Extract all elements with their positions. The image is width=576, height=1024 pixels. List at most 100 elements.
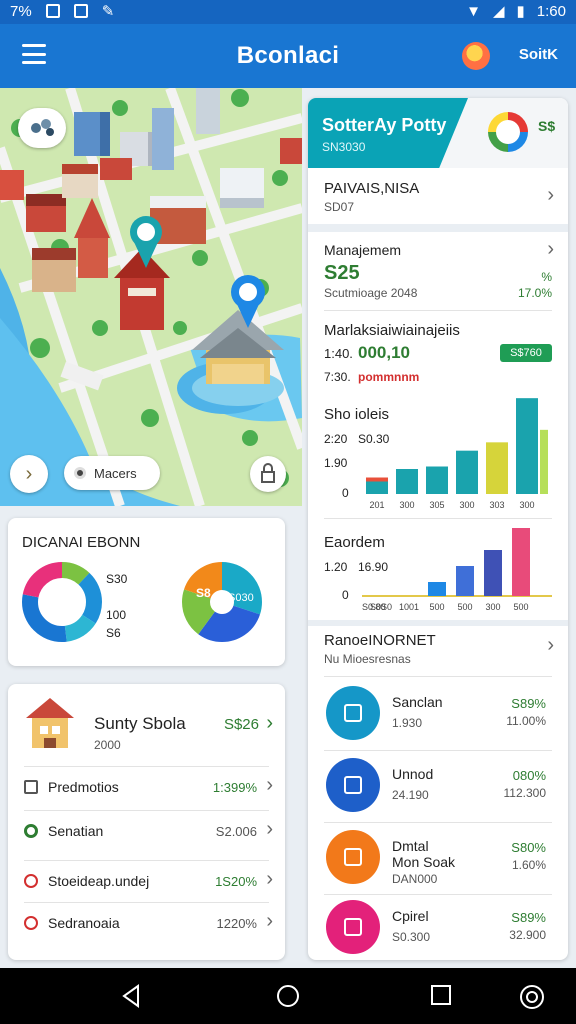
ranked-item-icon: [326, 900, 380, 954]
record-icon: [74, 467, 86, 479]
donut-chart-1: [22, 562, 102, 642]
ranked-item-name: Unnod: [392, 766, 434, 782]
panel-link-row[interactable]: PAIVAIS,NISA SD07 ›: [308, 168, 568, 224]
map-illustration: [0, 88, 302, 506]
list-item[interactable]: Senatian S2.006 ›: [8, 814, 285, 854]
assistant-icon[interactable]: [518, 984, 546, 1010]
back-icon[interactable]: [120, 984, 142, 1008]
bar-chart-2-tick: 500: [457, 602, 472, 612]
panel-title: SotterAy Potty: [322, 115, 447, 135]
panel-header: SotterAy Potty SN3030 S$: [308, 98, 568, 168]
ranked-title: RanoeINORNET: [324, 632, 436, 649]
ranked-item[interactable]: Cpirel S0.300 S89% 32.900: [308, 892, 568, 960]
ranked-item[interactable]: Sanclan 1.930 S89% 11.00%: [308, 678, 568, 748]
donut-label-1: S30: [106, 572, 128, 586]
bar-chart-2-label-c: 0: [342, 588, 349, 602]
management-row[interactable]: Manajemem › S25 % Scutmioage 2048 17.0%: [308, 232, 568, 308]
bar-chart-2: Eaordem 1.20 16.90 0 S0S0 1001 500 500 300 50…: [308, 520, 568, 620]
ranked-item-name: Sanclan: [392, 694, 443, 710]
brand-logo-icon: [488, 112, 528, 152]
donut-card-title: DICANAI EBONN: [22, 534, 141, 551]
bar-chart-1-tick: 305: [429, 500, 444, 510]
list-item-label: Predmotios: [48, 779, 119, 795]
battery-percent: 7%: [10, 2, 32, 20]
ranked-sub: Nu Mioesresnas: [324, 652, 411, 666]
list-item-label: Senatian: [48, 823, 104, 839]
battery-icon: ▮: [516, 3, 525, 20]
map-expand-button[interactable]: ›: [10, 455, 48, 493]
list-item-label: Stoeideap.undej: [48, 873, 150, 889]
ranked-row[interactable]: RanoeINORNET Nu Mioesresnas ›: [308, 626, 568, 674]
market-row1-value: 000,10: [358, 343, 410, 362]
ranked-item-sub: 24.190: [392, 788, 429, 802]
bar-chart-1-tick: 201: [369, 500, 384, 510]
bar-chart-2-tick: 500: [429, 602, 444, 612]
bar-chart-1-bar: [396, 469, 418, 494]
list-item-value: S2.006: [215, 824, 257, 839]
feature-value: S$26: [223, 716, 259, 733]
bar-chart-1-bar: [366, 481, 388, 494]
bar-chart-1-label-a: 2:20: [324, 432, 348, 446]
pin-icon: [24, 916, 38, 930]
panel-price: S$: [538, 118, 556, 134]
ranked-item-pct-sub: 11.00%: [506, 714, 546, 728]
insights-panel: SotterAy Potty SN3030 S$ PAIVAIS,NISA SD…: [308, 98, 568, 960]
notification-icon-2: [73, 4, 88, 18]
chevron-right-icon: ›: [266, 712, 273, 734]
ranked-item-name: Cpirel: [392, 908, 429, 924]
list-item[interactable]: Sedranoaia 1220% ›: [8, 906, 285, 946]
status-right: ▼ ◢ ▮ 1:60: [466, 2, 566, 21]
ranked-item-sub: DAN000: [392, 872, 438, 886]
market-title: Marlaksiaiwiainajeiis: [324, 322, 460, 339]
market-badge: S$760: [500, 344, 552, 362]
chevron-right-icon: ›: [266, 868, 273, 890]
feature-row[interactable]: Sunty Sbola 2000 S$26 ›: [8, 684, 285, 764]
home-icon[interactable]: [276, 984, 300, 1008]
donut-label-2: 100: [106, 608, 127, 622]
city-map[interactable]: › Macers: [0, 88, 302, 506]
locate-button[interactable]: [250, 456, 286, 492]
ranked-item-pct: S89%: [511, 696, 546, 711]
list-item[interactable]: Predmotios 1:399% ›: [8, 770, 285, 810]
notification-icon: [45, 4, 60, 18]
ranked-item-pct: S89%: [511, 910, 546, 925]
chevron-right-icon: ›: [266, 818, 273, 840]
list-item[interactable]: Stoeideap.undej 1S20% ›: [8, 864, 285, 904]
bar-chart-2-tick: 300: [485, 602, 500, 612]
ranked-item[interactable]: Dmtal Mon Soak DAN000 S80% 1.60%: [308, 822, 568, 892]
donut-label-3: S6: [106, 626, 121, 640]
appbar-action-button[interactable]: SoitK: [519, 46, 558, 63]
ranked-item[interactable]: Unnod 24.190 080% 112.300: [308, 750, 568, 820]
market-row2-value: pommnnm: [358, 370, 420, 384]
link-icon: ✎: [101, 3, 115, 20]
map-search-button[interactable]: Macers: [64, 456, 160, 490]
bar-chart-1-secondary-bar: [540, 429, 548, 494]
building-icon: [26, 698, 74, 748]
management-pct-top: %: [541, 270, 552, 284]
ranked-item-pct: S80%: [511, 840, 546, 855]
ranked-item-name: Dmtal: [392, 838, 429, 854]
bar-chart-1-bar: [516, 398, 538, 494]
bar-chart-1-bar: [426, 466, 448, 494]
signal-icon: ◢: [492, 3, 505, 20]
management-title: Manajemem: [324, 242, 402, 258]
wifi-icon: ▼: [466, 2, 481, 20]
clock: 1:60: [536, 2, 566, 20]
recents-icon[interactable]: [430, 984, 452, 1006]
ranked-item-icon: [326, 830, 380, 884]
management-sub: Scutmioage 2048: [324, 286, 418, 300]
map-badge[interactable]: [18, 108, 66, 148]
management-pct: 17.0%: [517, 286, 552, 300]
bar-chart-2-bar: [484, 550, 502, 596]
bar-chart-2-bar: [428, 582, 446, 596]
donut2-label-2: S030: [228, 592, 254, 604]
bar-chart-1-tick: 303: [489, 500, 504, 510]
app-bar: Bconlaci SoitK: [0, 24, 576, 88]
feature-sub: 2000: [94, 738, 121, 752]
ranked-item-pct: 080%: [512, 768, 546, 783]
donut-card: DICANAI EBONN S30 100 S6 S8 S030: [8, 518, 285, 666]
bar-chart-2-bar: [456, 566, 474, 596]
ranked-item-pct-sub: 112.300: [503, 786, 547, 800]
bar-chart-2-plot: S0S0 1001 500 500 300 500S0.80: [362, 528, 552, 612]
avatar[interactable]: [462, 42, 490, 70]
